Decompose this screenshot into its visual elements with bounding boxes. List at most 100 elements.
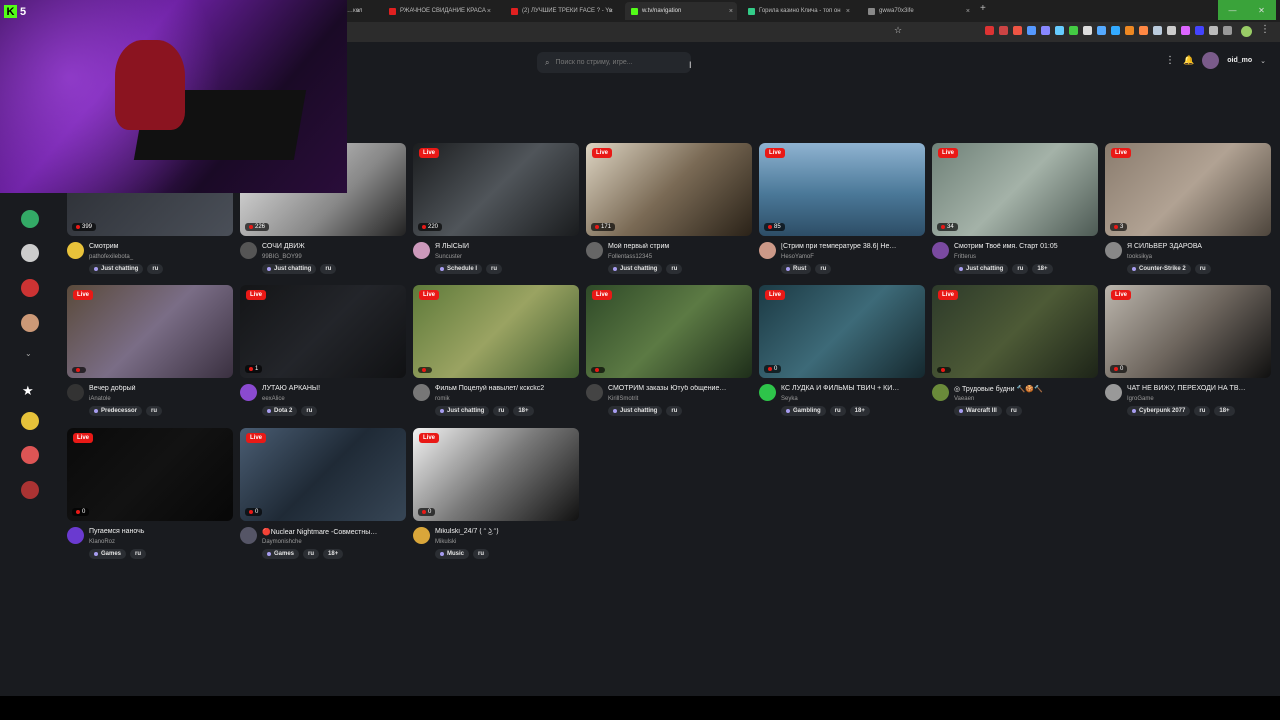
extension-icon[interactable]	[1097, 26, 1106, 35]
tab-close-icon[interactable]: ×	[966, 8, 970, 15]
category-tag[interactable]: Music	[435, 549, 470, 559]
tag-chip[interactable]: ru	[146, 406, 163, 416]
extension-icon[interactable]	[1069, 26, 1078, 35]
tag-chip[interactable]: ru	[666, 264, 683, 274]
stream-thumbnail[interactable]: Live	[67, 285, 233, 378]
category-tag[interactable]: Just chatting	[608, 406, 663, 416]
category-tag[interactable]: Predecessor	[89, 406, 143, 416]
channel-avatar[interactable]	[67, 384, 84, 401]
stream-title[interactable]: СОЧИ ДВИЖ	[262, 243, 404, 250]
category-tag[interactable]: Gambling	[781, 406, 826, 416]
bookmark-star-icon[interactable]: ☆	[894, 25, 902, 36]
browser-tab[interactable]: gwwa70x3ife ×	[862, 2, 974, 20]
category-tag[interactable]: Dota 2	[262, 406, 298, 416]
tag-chip[interactable]: ru	[1012, 264, 1029, 274]
extension-icon[interactable]	[1055, 26, 1064, 35]
channel-name[interactable]: Follentass12345	[608, 254, 652, 260]
channel-name[interactable]: tooksikya	[1127, 254, 1152, 260]
category-tag[interactable]: Just chatting	[89, 264, 144, 274]
tab-close-icon[interactable]: ×	[609, 8, 613, 15]
more-menu-icon[interactable]: ⋮	[1165, 55, 1175, 66]
extension-icon[interactable]	[1223, 26, 1232, 35]
stream-thumbnail[interactable]: Live 220	[413, 143, 579, 236]
stream-thumbnail[interactable]: Live 0	[240, 428, 406, 521]
browser-tab[interactable]: Горила казино Клича - топ он ×	[742, 2, 854, 20]
channel-avatar[interactable]	[586, 242, 603, 259]
sidebar-channel-1[interactable]	[21, 210, 39, 228]
stream-card[interactable]: Live 0 ЧАТ НЕ ВИЖУ, ПЕРЕХОДИ НА ТВ… IgroGam…	[1105, 285, 1271, 430]
stream-title[interactable]: Смотрим Твоё имя. Старт 01:05	[954, 243, 1096, 250]
channel-name[interactable]: iAnatole	[89, 396, 111, 402]
category-tag[interactable]: Just chatting	[608, 264, 663, 274]
channel-name[interactable]: Mikulski	[435, 539, 456, 545]
channel-name[interactable]: KlanoRoz	[89, 539, 115, 545]
search-box[interactable]: ⌕	[537, 52, 691, 73]
new-tab-button[interactable]: +	[980, 3, 986, 14]
channel-avatar[interactable]	[240, 384, 257, 401]
tag-chip[interactable]: ru	[1194, 406, 1211, 416]
stream-thumbnail[interactable]: Live 0	[413, 428, 579, 521]
channel-name[interactable]: pathofexilebota_	[89, 254, 133, 260]
extension-icon[interactable]	[1139, 26, 1148, 35]
extension-icon[interactable]	[985, 26, 994, 35]
extension-icon[interactable]	[999, 26, 1008, 35]
stream-title[interactable]: ЛУТАЮ АРКАНЫ!	[262, 385, 404, 392]
extension-icon[interactable]	[1013, 26, 1022, 35]
stream-title[interactable]: Вечер добрый	[89, 385, 231, 392]
extension-icon[interactable]	[1153, 26, 1162, 35]
category-tag[interactable]: Cyberpunk 2077	[1127, 406, 1191, 416]
channel-name[interactable]: Vaeaen	[954, 396, 974, 402]
tag-chip[interactable]: ru	[1194, 264, 1211, 274]
extension-icon[interactable]	[1027, 26, 1036, 35]
tag-chip[interactable]: 18+	[1032, 264, 1053, 274]
tag-chip[interactable]: ru	[829, 406, 846, 416]
stream-thumbnail[interactable]: Live 0	[1105, 285, 1271, 378]
stream-thumbnail[interactable]: Live	[932, 285, 1098, 378]
channel-avatar[interactable]	[67, 242, 84, 259]
stream-thumbnail[interactable]: Live	[586, 285, 752, 378]
stream-thumbnail[interactable]: Live 1	[240, 285, 406, 378]
tag-chip[interactable]: ru	[493, 406, 510, 416]
stream-title[interactable]: Фильм Поцелуй навылет/ ксксkc2	[435, 385, 577, 392]
tag-chip[interactable]: ru	[815, 264, 832, 274]
channel-avatar[interactable]	[932, 384, 949, 401]
stream-card[interactable]: Live 3 Я СИЛЬВЕР ЗДАРОВА tooksikya Counter-S…	[1105, 143, 1271, 288]
extension-icon[interactable]	[1209, 26, 1218, 35]
tag-chip[interactable]: 18+	[513, 406, 534, 416]
extension-icon[interactable]	[1041, 26, 1050, 35]
browser-menu-icon[interactable]: ⋮	[1260, 24, 1270, 35]
channel-name[interactable]: romik	[435, 396, 450, 402]
category-tag[interactable]: Just chatting	[262, 264, 317, 274]
stream-title[interactable]: Я СИЛЬВЕР ЗДАРОВА	[1127, 243, 1269, 250]
browser-tab[interactable]: (2) ЛУЧШИЕ ТРЕКИ FACE ? - Yo ×	[505, 2, 617, 20]
tab-close-icon[interactable]: ×	[356, 8, 360, 15]
tag-chip[interactable]: ru	[473, 549, 490, 559]
tag-chip[interactable]: ru	[1005, 406, 1022, 416]
tag-chip[interactable]: 18+	[323, 549, 344, 559]
tag-chip[interactable]: ru	[130, 549, 147, 559]
channel-avatar[interactable]	[413, 527, 430, 544]
stream-thumbnail[interactable]: Live 0	[759, 285, 925, 378]
tag-chip[interactable]: ru	[666, 406, 683, 416]
channel-avatar[interactable]	[932, 242, 949, 259]
stream-card[interactable]: Live 0 Mikulski_24/7 ( ᵔ ͜ʖ ᵔ) Mikulski Musi…	[413, 428, 579, 573]
stream-thumbnail[interactable]: Live 3	[1105, 143, 1271, 236]
category-tag[interactable]: Just chatting	[435, 406, 490, 416]
user-avatar[interactable]	[1202, 52, 1220, 69]
extension-icon[interactable]	[1125, 26, 1134, 35]
sidebar-followed-2[interactable]	[21, 446, 39, 464]
channel-name[interactable]: Seyka	[781, 396, 798, 402]
notifications-bell-icon[interactable]: 🔔	[1183, 55, 1194, 66]
stream-thumbnail[interactable]: Live 0	[67, 428, 233, 521]
extension-icon[interactable]	[1167, 26, 1176, 35]
stream-card[interactable]: Live ◎ Трудовые будни 🔨🍪🔨 Vaeaen Warcraft I…	[932, 285, 1098, 430]
channel-avatar[interactable]	[759, 384, 776, 401]
extension-icon[interactable]	[1083, 26, 1092, 35]
tag-chip[interactable]: ru	[147, 264, 164, 274]
tab-close-icon[interactable]: ×	[487, 8, 491, 15]
tag-chip[interactable]: ru	[486, 264, 503, 274]
stream-title[interactable]: Я ЛЫСЫЙ	[435, 243, 577, 250]
stream-title[interactable]: ЧАТ НЕ ВИЖУ, ПЕРЕХОДИ НА ТВ…	[1127, 385, 1269, 392]
category-tag[interactable]: Games	[89, 549, 127, 559]
stream-card[interactable]: Live Вечер добрый iAnatole Predecessor ru	[67, 285, 233, 430]
